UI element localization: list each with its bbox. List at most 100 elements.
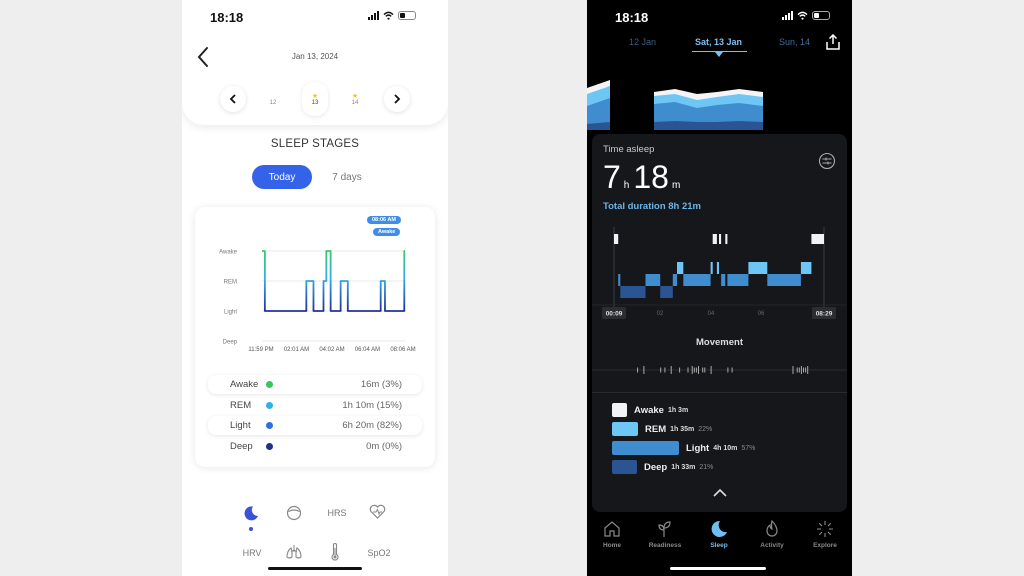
- movement-event: [792, 366, 794, 374]
- status-icons: [782, 11, 830, 20]
- chevron-left-icon: [229, 94, 236, 104]
- movement-event: [670, 366, 672, 374]
- day-picker: 12 ★ 13 ★ 14: [220, 82, 410, 116]
- nav-hrv[interactable]: HRV: [240, 546, 264, 560]
- movement-title: Movement: [696, 337, 743, 348]
- nav-heart[interactable]: [368, 503, 386, 521]
- movement-event: [637, 367, 639, 373]
- next-day-button[interactable]: [384, 86, 410, 112]
- movement-event: [660, 367, 662, 373]
- y-label-deep: Deep: [223, 340, 238, 346]
- stage-duration: 1h 33m: [671, 463, 696, 471]
- legend-row-awake: Awake 16m (3%): [208, 375, 422, 394]
- movement-event: [687, 367, 689, 373]
- tab-home[interactable]: Home: [587, 518, 637, 549]
- nav-hrs[interactable]: HRS: [324, 506, 350, 520]
- nav-temperature[interactable]: [328, 542, 342, 562]
- nav-spo2[interactable]: SpO2: [366, 546, 392, 560]
- hypnogram-segment-rem: [710, 262, 713, 274]
- hypnogram-segment-light: [721, 274, 726, 286]
- wifi-icon: [797, 11, 808, 20]
- total-duration: Total duration 8h 21m: [603, 201, 702, 212]
- divider: [592, 392, 847, 393]
- prev-date-tab[interactable]: 12 Jan: [629, 37, 656, 47]
- tab-today[interactable]: Today: [252, 165, 312, 189]
- y-label-light: Light: [224, 310, 237, 316]
- stage-row-rem: REM 1h 35m 22%: [612, 422, 712, 436]
- signal-icon: [782, 11, 793, 20]
- signal-icon: [368, 11, 379, 20]
- hypnogram-segment-rem: [677, 262, 684, 274]
- stage-row-light: Light 4h 10m 57%: [612, 441, 755, 455]
- stage-percent: 21%: [699, 463, 714, 471]
- prev-day-button[interactable]: [220, 86, 246, 112]
- tooltip-time: 08:06 AM: [367, 216, 401, 224]
- chevron-up-icon[interactable]: [712, 488, 728, 498]
- filter-settings-icon[interactable]: [818, 152, 836, 170]
- movement-event: [702, 367, 704, 373]
- bottom-tab-bar: Home Readiness Sleep Activity Explore: [587, 518, 852, 558]
- stage-duration: 1h 3m: [667, 406, 689, 414]
- movement-event: [691, 366, 693, 374]
- movement-event: [803, 367, 804, 373]
- hypnogram-segment-rem: [716, 262, 719, 274]
- nav-lungs[interactable]: [284, 542, 304, 562]
- screenshot-stage: 18:18 Jan 13, 2024 12 ★ 13 ★ 14 SLEEP ST…: [0, 0, 1024, 576]
- selected-date: Jan 13, 2024: [291, 52, 339, 61]
- right-phone-sleep-app: 18:18 12 Jan Sat, 13 Jan Sun, 14 Time as…: [587, 0, 852, 576]
- movement-event: [796, 367, 798, 373]
- tab-7-days[interactable]: 7 days: [322, 165, 372, 189]
- battery-icon: [398, 11, 416, 20]
- x-tick-label: 04: [708, 311, 715, 317]
- legend-row-deep: Deep 0m (0%): [230, 441, 402, 452]
- lungs-icon: [286, 545, 302, 559]
- hypnogram-segment-light: [727, 274, 749, 286]
- sprout-icon: [658, 521, 671, 537]
- circle-gauge-icon: [286, 505, 302, 521]
- movement-event: [664, 367, 666, 373]
- tooltip-stage: Awake: [373, 228, 401, 236]
- share-icon[interactable]: [825, 34, 841, 50]
- home-indicator[interactable]: [268, 567, 362, 570]
- hypnogram-segment-awake: [614, 234, 619, 244]
- day-13-selected[interactable]: ★ 13: [302, 82, 328, 116]
- y-label-rem: REM: [224, 280, 237, 286]
- nav-readiness[interactable]: [285, 504, 303, 522]
- hypnogram-chart[interactable]: 02 04 06 00:09 08:29: [592, 219, 847, 324]
- hypnogram-segment-awake: [725, 234, 728, 244]
- time-asleep-value: 7 h 18 m: [603, 159, 681, 195]
- start-time-label: 00:09: [606, 311, 623, 318]
- legend-row-rem: REM 1h 10m (15%): [230, 400, 402, 411]
- sparkle-icon: [817, 521, 833, 537]
- movement-event: [643, 366, 645, 374]
- tab-readiness[interactable]: Readiness: [640, 518, 690, 549]
- moon-icon: [244, 506, 258, 521]
- movement-event: [805, 367, 807, 373]
- current-date-tab[interactable]: Sat, 13 Jan: [695, 37, 742, 47]
- thermometer-icon: [331, 543, 339, 561]
- tab-activity[interactable]: Activity: [747, 518, 797, 549]
- sleep-summary-card: Time asleep 7 h 18 m Total duration 8h 21m …: [592, 134, 847, 512]
- stage-duration: 4h 10m: [713, 444, 738, 452]
- nav-sleep[interactable]: [242, 504, 260, 522]
- tab-sleep[interactable]: Sleep: [694, 518, 744, 549]
- multi-night-overview-chart[interactable]: [587, 78, 852, 130]
- home-indicator[interactable]: [670, 567, 766, 570]
- hypnogram-segment-light: [645, 274, 661, 286]
- status-time: 18:18: [615, 10, 649, 25]
- hypnogram-segment-rem: [800, 262, 812, 274]
- stage-row-awake: Awake 1h 3m: [612, 403, 692, 417]
- movement-event: [704, 367, 706, 373]
- hypnogram-segment-awake: [712, 234, 717, 244]
- day-12[interactable]: 12: [260, 82, 286, 116]
- tab-explore[interactable]: Explore: [800, 518, 850, 549]
- next-date-tab[interactable]: Sun, 14: [779, 37, 810, 47]
- hypnogram-segment-awake: [811, 234, 824, 244]
- active-indicator: [249, 527, 253, 531]
- stage-name: REM: [645, 423, 667, 435]
- stage-name: Deep: [644, 461, 668, 473]
- x-tick-label: 06: [758, 311, 765, 317]
- hypnogram-segment-light: [767, 274, 801, 286]
- day-14[interactable]: ★ 14: [342, 82, 368, 116]
- x-tick-label: 04:02 AM: [319, 347, 344, 353]
